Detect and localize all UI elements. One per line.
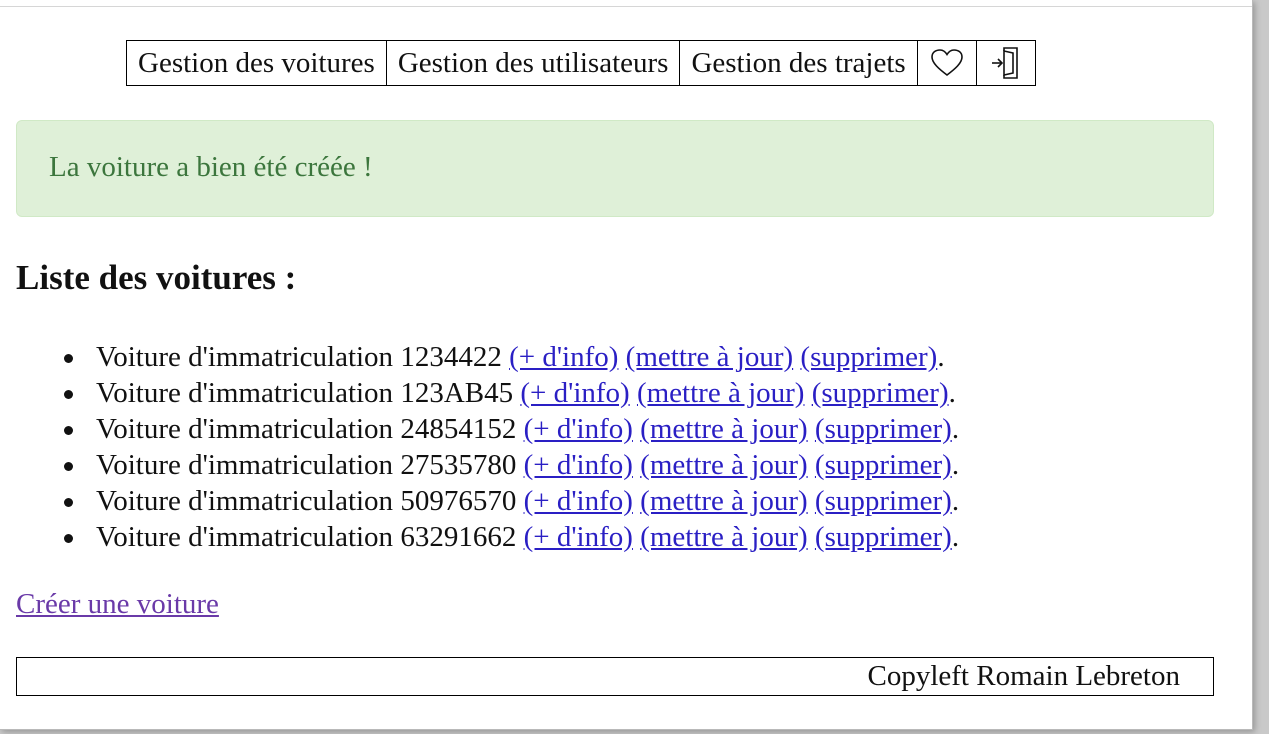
update-link[interactable]: (mettre à jour) [637, 377, 804, 409]
footer-copyleft: Copyleft Romain Lebreton [867, 660, 1181, 692]
car-label: Voiture d'immatriculation [96, 449, 394, 481]
car-list: Voiture d'immatriculation 1234422 (+ d'i… [63, 339, 960, 555]
delete-link[interactable]: (supprimer) [812, 377, 949, 409]
list-item: Voiture d'immatriculation 27535780 (+ d'… [63, 447, 960, 483]
list-item: Voiture d'immatriculation 1234422 (+ d'i… [63, 339, 959, 375]
list-item: Voiture d'immatriculation 63291662 (+ d'… [63, 519, 960, 555]
logout-icon [991, 47, 1018, 79]
delete-link[interactable]: (supprimer) [815, 413, 952, 445]
info-link[interactable]: (+ d'info) [524, 521, 633, 553]
list-item: Voiture d'immatriculation 24854152 (+ d'… [63, 411, 960, 447]
list-item: Voiture d'immatriculation 50976570 (+ d'… [63, 483, 960, 519]
info-link[interactable]: (+ d'info) [520, 377, 629, 409]
list-title: Liste des voitures : [16, 258, 297, 297]
main-nav: Gestion des voitures Gestion des utilisa… [126, 40, 1036, 86]
car-label: Voiture d'immatriculation [96, 485, 394, 517]
car-plate: 27535780 [400, 449, 517, 481]
list-item: Voiture d'immatriculation 123AB45 (+ d'i… [63, 375, 959, 411]
update-link[interactable]: (mettre à jour) [640, 413, 807, 445]
item-end: . [951, 413, 960, 445]
delete-link[interactable]: (supprimer) [815, 521, 952, 553]
nav-item-trajets[interactable]: Gestion des trajets [680, 41, 918, 85]
car-plate: 50976570 [400, 485, 517, 517]
alert-message: La voiture a bien été créée ! [49, 151, 373, 183]
car-plate: 123AB45 [400, 377, 514, 409]
item-end: . [951, 485, 960, 517]
car-label: Voiture d'immatriculation [96, 377, 394, 409]
item-end: . [951, 521, 960, 553]
car-label: Voiture d'immatriculation [96, 521, 394, 553]
item-end: . [937, 341, 945, 373]
car-label: Voiture d'immatriculation [96, 413, 394, 445]
update-link[interactable]: (mettre à jour) [640, 521, 807, 553]
footer: Copyleft Romain Lebreton [16, 657, 1214, 696]
item-end: . [948, 377, 956, 409]
car-plate: 1234422 [400, 341, 502, 373]
update-link[interactable]: (mettre à jour) [640, 485, 807, 517]
car-label: Voiture d'immatriculation [96, 341, 394, 373]
heart-icon [930, 49, 963, 77]
delete-link[interactable]: (supprimer) [815, 449, 952, 481]
nav-item-voitures[interactable]: Gestion des voitures [127, 41, 387, 85]
car-plate: 63291662 [400, 521, 517, 553]
car-plate: 24854152 [400, 413, 517, 445]
item-end: . [951, 449, 960, 481]
update-link[interactable]: (mettre à jour) [640, 449, 807, 481]
update-link[interactable]: (mettre à jour) [626, 341, 793, 373]
success-alert: La voiture a bien été créée ! [16, 120, 1214, 217]
info-link[interactable]: (+ d'info) [509, 341, 618, 373]
create-car-link[interactable]: Créer une voiture [16, 588, 219, 621]
nav-item-utilisateurs[interactable]: Gestion des utilisateurs [387, 41, 681, 85]
top-divider [0, 6, 1252, 7]
info-link[interactable]: (+ d'info) [524, 485, 633, 517]
favorites-button[interactable] [918, 41, 977, 85]
delete-link[interactable]: (supprimer) [815, 485, 952, 517]
browser-page: Gestion des voitures Gestion des utilisa… [0, 0, 1253, 730]
delete-link[interactable]: (supprimer) [800, 341, 937, 373]
info-link[interactable]: (+ d'info) [524, 449, 633, 481]
logout-button[interactable] [977, 41, 1035, 85]
info-link[interactable]: (+ d'info) [524, 413, 633, 445]
